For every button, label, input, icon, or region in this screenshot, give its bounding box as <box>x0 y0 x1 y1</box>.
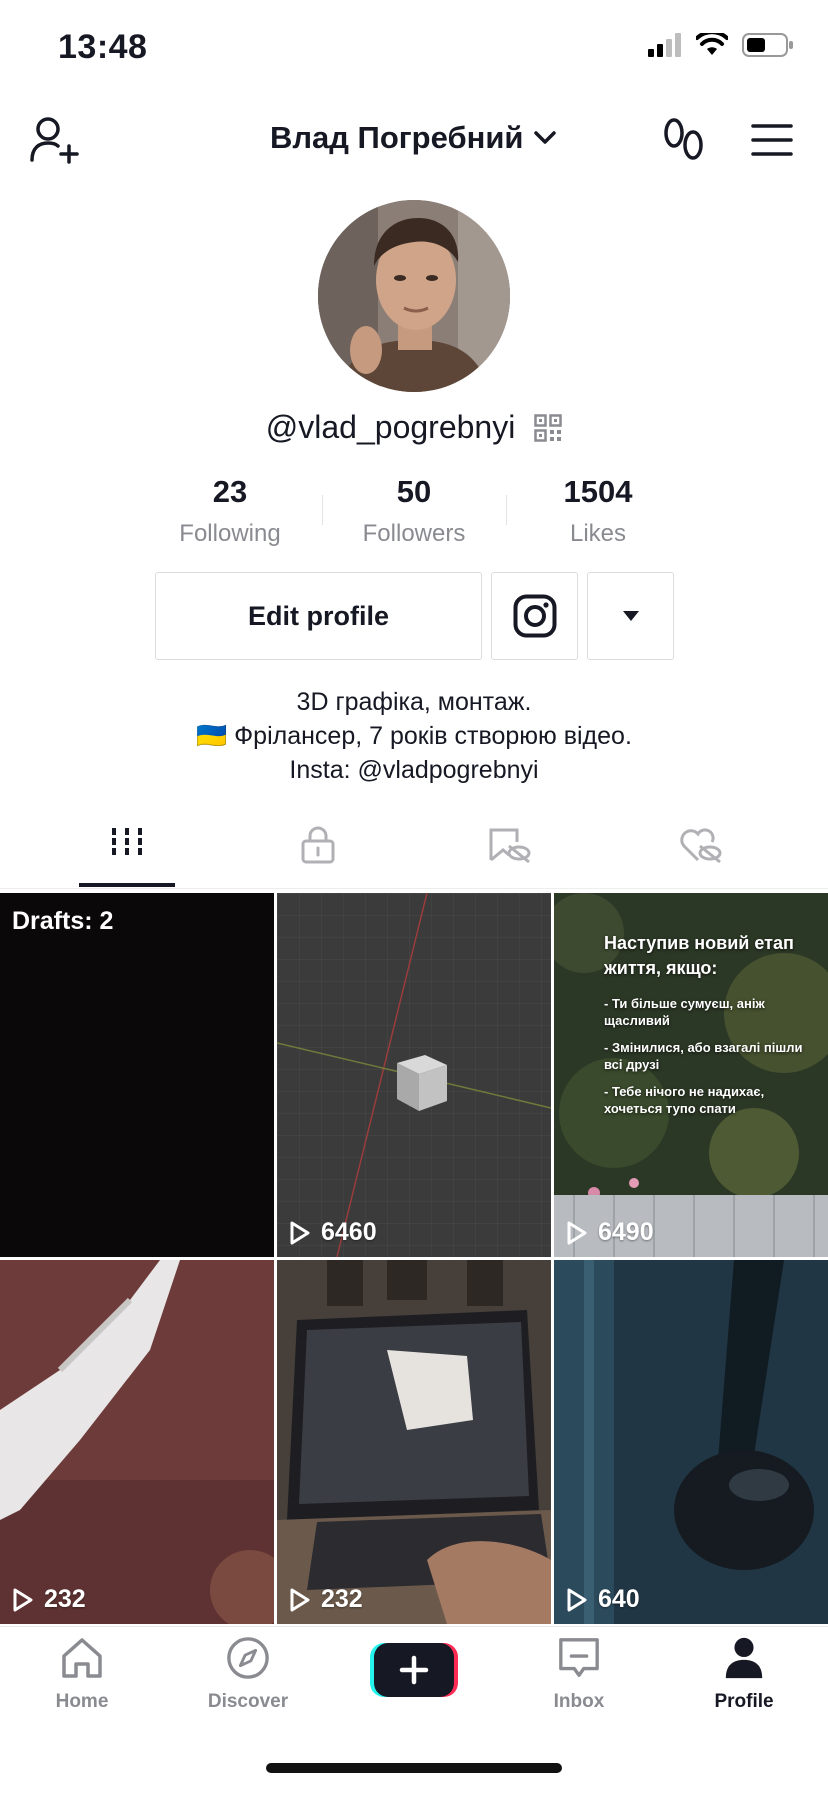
view-count: 232 <box>289 1585 363 1614</box>
username: @vlad_pogrebnyi <box>265 409 516 446</box>
hidden-likes-icon <box>489 828 531 864</box>
caption-line: - Ти більше сумуєш, аніж щасливий <box>604 996 765 1028</box>
thumbnail-boxing <box>554 1260 828 1624</box>
video-tile[interactable]: Наступив новий етап життя, якщо: - Ти бі… <box>554 893 828 1257</box>
more-dropdown-button[interactable] <box>587 572 674 660</box>
view-count-value: 232 <box>321 1585 363 1613</box>
nav-label: Profile <box>714 1691 774 1712</box>
caption-heading: Наступив новий етап життя, якщо: <box>604 933 794 978</box>
nav-label: Home <box>55 1691 109 1712</box>
stat-followers[interactable]: 50 Followers <box>322 474 506 548</box>
username-row: @vlad_pogrebnyi <box>0 407 828 446</box>
chevron-down-icon <box>534 131 556 144</box>
view-count: 232 <box>12 1585 86 1614</box>
tab-private[interactable] <box>224 826 412 888</box>
stat-value: 50 <box>396 474 432 509</box>
liked-icon <box>680 828 722 864</box>
lock-icon <box>301 826 335 864</box>
edit-profile-button[interactable]: Edit profile <box>155 572 482 660</box>
thumbnail-3d-scene <box>277 893 551 1257</box>
bio: 3D графіка, монтаж. 🇺🇦 Фрілансер, 7 рокі… <box>0 685 828 787</box>
stat-following[interactable]: 23 Following <box>138 474 322 548</box>
video-tile[interactable]: 232 <box>277 1260 551 1624</box>
thumbnail-laptop <box>277 1260 551 1624</box>
tab-divider <box>0 888 828 889</box>
status-time: 13:48 <box>58 28 148 66</box>
stat-label: Followers <box>362 520 466 547</box>
videos-grid-icon <box>112 828 142 858</box>
stat-label: Following <box>179 520 281 547</box>
menu-button[interactable] <box>744 112 800 168</box>
hamburger-menu-icon <box>751 124 793 156</box>
view-count: 6460 <box>289 1218 377 1247</box>
tab-favorites[interactable] <box>415 826 603 888</box>
video-tile[interactable]: 6460 <box>277 893 551 1257</box>
compass-icon <box>227 1637 269 1679</box>
stat-label: Likes <box>569 520 627 547</box>
bio-line: Insta: @vladpogrebnyi <box>289 756 539 784</box>
play-icon <box>13 1588 33 1611</box>
account-name: Влад Погребний <box>269 119 524 155</box>
qr-code-icon[interactable] <box>534 413 562 442</box>
view-count-value: 232 <box>44 1585 86 1613</box>
home-icon <box>62 1638 102 1678</box>
instagram-button[interactable] <box>491 572 578 660</box>
video-tile[interactable]: 232 <box>0 1260 274 1624</box>
nav-profile[interactable]: Profile <box>669 1636 819 1713</box>
triangle-down-icon <box>622 611 639 621</box>
view-count-value: 6490 <box>598 1218 654 1246</box>
create-video-button[interactable] <box>370 1641 458 1699</box>
video-tile-drafts[interactable]: Drafts: 2 <box>0 893 274 1257</box>
play-icon <box>567 1221 587 1244</box>
play-icon <box>290 1588 310 1611</box>
caption-line: - Тебе нічого не надихає, хочеться тупо … <box>604 1084 765 1116</box>
battery-icon <box>742 33 793 57</box>
tab-videos[interactable] <box>33 826 221 888</box>
nav-discover[interactable]: Discover <box>173 1636 323 1713</box>
view-count: 6490 <box>566 1218 654 1247</box>
view-count-value: 6460 <box>321 1218 377 1246</box>
plus-icon <box>370 1643 458 1697</box>
bio-line: 3D графіка, монтаж. <box>296 688 532 716</box>
nav-inbox[interactable]: Inbox <box>504 1636 654 1713</box>
stat-value: 23 <box>212 474 248 509</box>
profile-icon <box>725 1637 763 1679</box>
tab-liked[interactable] <box>606 826 794 888</box>
signal-icon <box>648 33 681 57</box>
nav-label: Discover <box>207 1691 289 1712</box>
play-icon <box>290 1221 310 1244</box>
stat-value: 1504 <box>563 474 633 509</box>
avatar-photo <box>318 200 510 392</box>
nav-label: Inbox <box>553 1691 605 1712</box>
wifi-icon <box>696 33 728 55</box>
footprints-button[interactable] <box>656 112 712 168</box>
instagram-icon <box>513 594 556 638</box>
view-count-value: 640 <box>598 1585 640 1613</box>
play-icon <box>567 1588 587 1611</box>
view-count: 640 <box>566 1585 640 1614</box>
home-indicator <box>266 1763 562 1773</box>
footprints-icon <box>664 118 703 160</box>
active-tab-indicator <box>79 883 175 887</box>
bio-line: 🇺🇦 Фрілансер, 7 років створюю відео. <box>196 722 632 750</box>
thumbnail-leg <box>0 1260 274 1624</box>
video-tile[interactable]: 640 <box>554 1260 828 1624</box>
avatar[interactable] <box>318 200 510 392</box>
stat-likes[interactable]: 1504 Likes <box>506 474 690 548</box>
thumbnail-caption: Наступив новий етап життя, якщо: - Ти бі… <box>604 931 814 1117</box>
caption-line: - Змінилися, або взагалі пішли всі друзі <box>604 1040 803 1072</box>
nav-home[interactable]: Home <box>7 1636 157 1713</box>
drafts-label: Drafts: 2 <box>12 907 114 935</box>
inbox-icon <box>559 1638 599 1677</box>
status-icons <box>648 32 794 58</box>
